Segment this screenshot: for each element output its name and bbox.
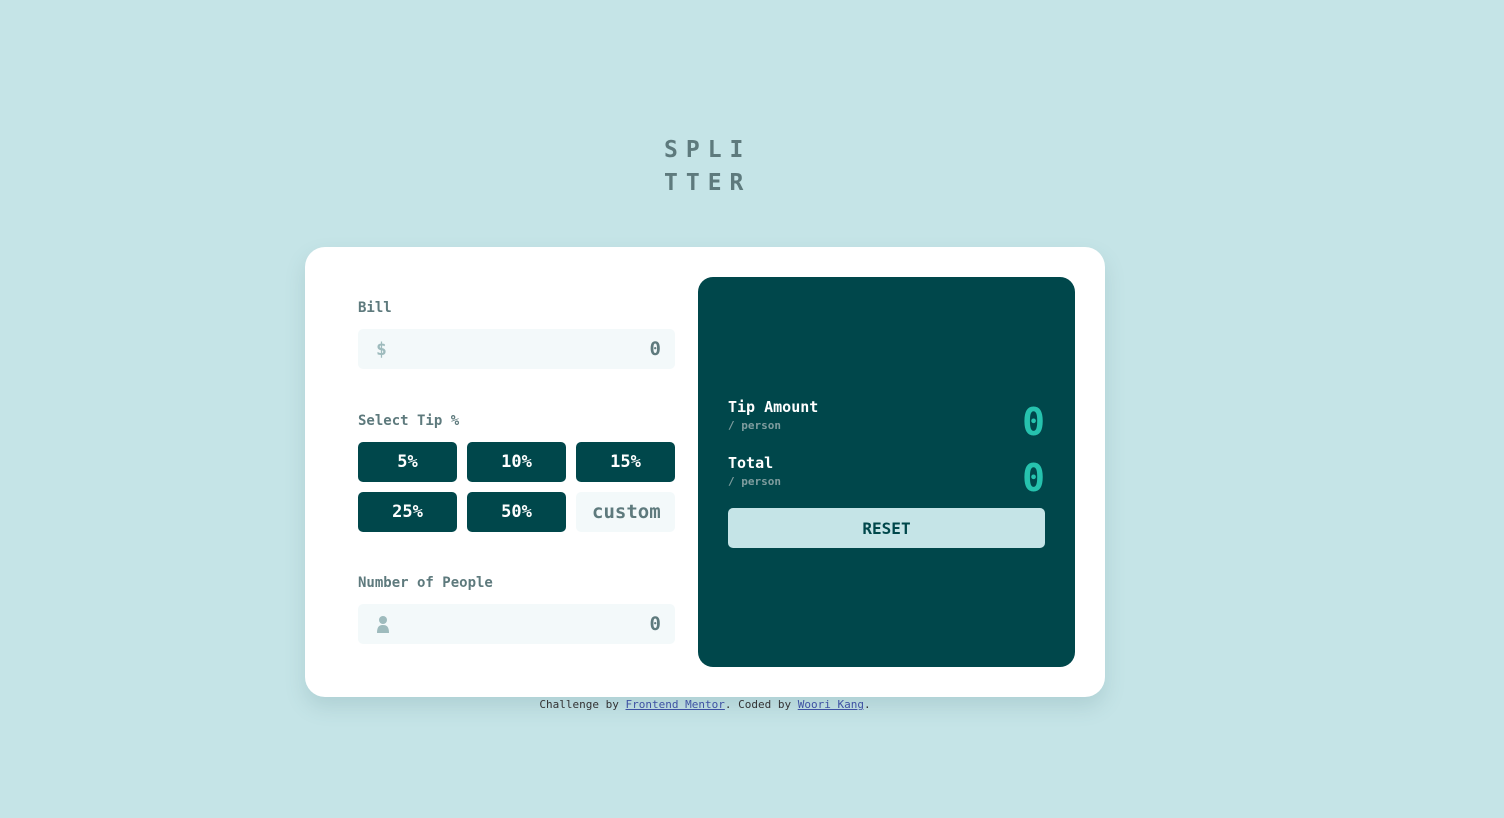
- tip-amount-value: 0: [1022, 400, 1045, 444]
- total-title: Total: [728, 454, 774, 472]
- number-of-people-label: Number of People: [358, 575, 493, 591]
- bill-label: Bill: [358, 300, 392, 316]
- logo-line-2: TTER: [664, 170, 752, 196]
- tip-15-button[interactable]: 15%: [576, 442, 675, 482]
- bill-input[interactable]: [411, 329, 661, 369]
- select-tip-label: Select Tip %: [358, 413, 460, 429]
- person-icon: [376, 614, 390, 634]
- dollar-icon: $: [376, 339, 387, 360]
- attribution-prefix: Challenge by: [539, 698, 626, 711]
- attribution: Challenge by Frontend Mentor. Coded by W…: [0, 698, 1410, 711]
- attribution-suffix: .: [863, 698, 871, 711]
- people-input[interactable]: [411, 604, 661, 644]
- total-per-person: / person: [728, 475, 781, 488]
- calculator-card: Bill $ Select Tip % 5% 10% 15% 25% 50% N…: [305, 247, 1105, 697]
- reset-button[interactable]: RESET: [728, 508, 1045, 548]
- total-value: 0: [1022, 456, 1045, 500]
- tip-25-button[interactable]: 25%: [358, 492, 457, 532]
- tip-5-button[interactable]: 5%: [358, 442, 457, 482]
- tip-50-button[interactable]: 50%: [467, 492, 566, 532]
- custom-tip-input[interactable]: [576, 492, 675, 532]
- people-field: [358, 604, 675, 644]
- author-link[interactable]: Woori Kang: [798, 698, 864, 711]
- results-panel: Tip Amount / person 0 Total / person 0 R…: [698, 277, 1075, 667]
- logo-line-1: SPLI: [664, 137, 752, 163]
- tip-amount-title: Tip Amount: [728, 398, 819, 416]
- app-logo: SPLI TTER: [664, 134, 764, 200]
- bill-field: $: [358, 329, 675, 369]
- frontend-mentor-link[interactable]: Frontend Mentor: [626, 698, 725, 711]
- tip-10-button[interactable]: 10%: [467, 442, 566, 482]
- tip-amount-per-person: / person: [728, 419, 781, 432]
- attribution-middle: . Coded by: [724, 698, 798, 711]
